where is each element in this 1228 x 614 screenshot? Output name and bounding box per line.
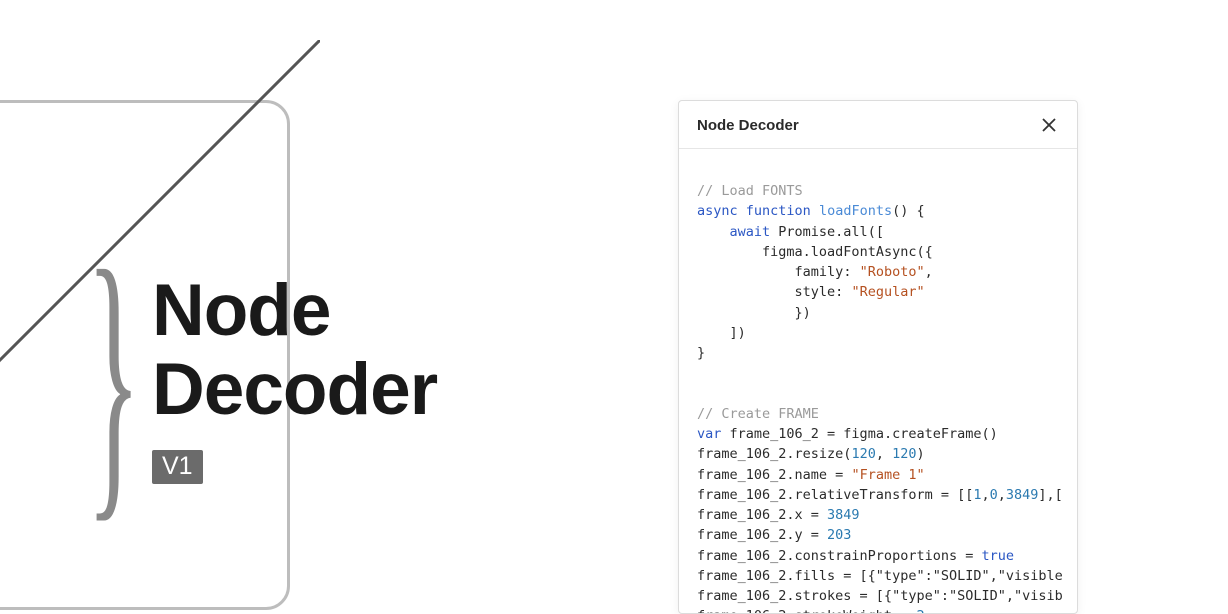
close-button[interactable] (1039, 115, 1059, 135)
panel-title: Node Decoder (697, 117, 799, 134)
plugin-panel: Node Decoder // Load FONTS async functio… (678, 100, 1078, 614)
code-output: // Load FONTS async function loadFonts()… (679, 149, 1077, 613)
panel-header: Node Decoder (679, 101, 1077, 149)
version-badge: V1 (152, 450, 203, 484)
close-icon (1041, 117, 1057, 133)
title-line-1: Node (152, 272, 437, 351)
title-line-2: Decoder (152, 351, 437, 430)
brace-glyph: } (86, 288, 141, 470)
